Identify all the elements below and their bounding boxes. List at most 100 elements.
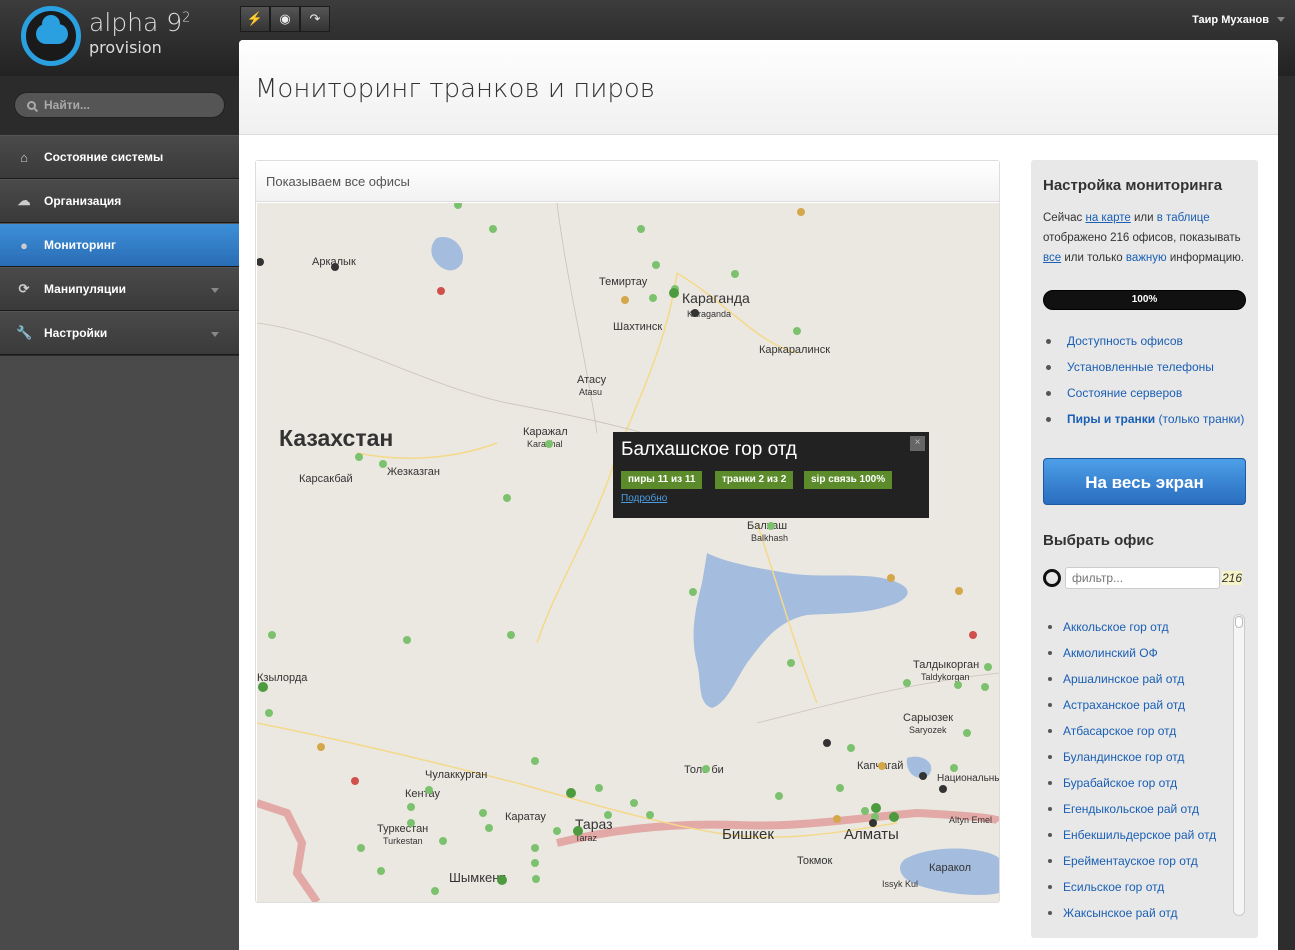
list-item[interactable]: Аршалинское рай отд: [1043, 666, 1223, 692]
settings-description: Сейчас на карте или в таблице отображено…: [1043, 212, 1245, 264]
nav-item-organization[interactable]: ☁ Организация: [0, 179, 239, 223]
eye-button[interactable]: ◉: [270, 6, 300, 32]
show-all-link[interactable]: все: [1043, 252, 1061, 264]
border-south: [556, 808, 999, 847]
fullscreen-button[interactable]: На весь экран: [1043, 458, 1246, 505]
redo-icon: ↷: [309, 11, 321, 26]
trunks-badge: транки 2 из 2: [715, 471, 794, 489]
place-label: Талдыкорган: [913, 659, 979, 671]
wrench-icon: 🔧: [16, 325, 33, 340]
map-canvas[interactable]: Казахстан Аркалык Темиртау Караганда Kar…: [257, 203, 999, 902]
nav-item-settings[interactable]: 🔧 Настройки: [0, 311, 239, 355]
place-label: Каракол: [929, 862, 971, 874]
search-box[interactable]: [14, 92, 225, 118]
chevron-down-icon: [211, 288, 219, 293]
country-label: Казахстан: [279, 425, 393, 451]
table-view-link[interactable]: в таблице: [1157, 212, 1210, 224]
place-label: Чулаккурган: [425, 769, 487, 781]
map-markers: [257, 203, 992, 895]
list-item[interactable]: Аккольское гор отд: [1043, 614, 1223, 640]
list-item[interactable]: Егендыкольское рай отд: [1043, 796, 1223, 822]
nav-item-label: Настройки: [44, 326, 108, 340]
place-label: Каратау: [505, 811, 546, 823]
nav-item-label: Манипуляции: [44, 282, 126, 296]
nav-item-label: Организация: [44, 194, 122, 208]
peers-badge: пиры 11 из 11: [621, 471, 703, 489]
place-label: Turkestan: [383, 836, 423, 846]
sidebar-background: [0, 356, 239, 950]
map-marker: [351, 287, 977, 785]
nav-item-manipulations[interactable]: ⟳ Манипуляции: [0, 267, 239, 311]
map-pin-icon: ●: [20, 237, 28, 253]
lightning-button[interactable]: ⚡: [240, 6, 270, 32]
chevron-down-icon: [211, 332, 219, 337]
scrollbar-thumb[interactable]: [1235, 616, 1243, 628]
place-label: Каркаралинск: [759, 344, 830, 356]
place-label: Шымкент: [449, 870, 505, 885]
lightning-icon: ⚡: [246, 11, 264, 26]
list-item[interactable]: Бурабайское гор отд: [1043, 770, 1223, 796]
map-view-link[interactable]: на карте: [1085, 212, 1130, 224]
redo-button[interactable]: ↷: [300, 6, 330, 32]
refresh-icon: ⟳: [18, 281, 30, 296]
place-label: Караганда: [682, 290, 750, 306]
nav-item-monitoring[interactable]: ● Мониторинг: [0, 223, 239, 267]
search-input[interactable]: [44, 98, 204, 112]
office-picker-heading: Выбрать офис: [1043, 532, 1154, 549]
list-item[interactable]: Буландинское гор отд: [1043, 744, 1223, 770]
chevron-down-icon[interactable]: [1277, 17, 1285, 22]
link-server-status[interactable]: Состояние серверов: [1043, 380, 1244, 406]
nav-item-label: Мониторинг: [44, 238, 116, 252]
close-icon[interactable]: ×: [910, 436, 925, 451]
link-peers-trunks[interactable]: Пиры и транки (только транки): [1043, 406, 1244, 432]
show-important-link[interactable]: важную: [1126, 252, 1167, 264]
place-labels: Казахстан Аркалык Темиртау Караганда Kar…: [257, 256, 999, 889]
map[interactable]: Казахстан Аркалык Темиртау Караганда Kar…: [257, 203, 999, 902]
place-label: Taldykorgan: [921, 672, 970, 682]
place-label: Кзылорда: [257, 672, 308, 684]
list-item[interactable]: Атбасарское гор отд: [1043, 718, 1223, 744]
place-label: Saryozek: [909, 725, 947, 735]
list-item[interactable]: Ерейментауское гор отд: [1043, 848, 1223, 874]
search-icon: [27, 100, 36, 110]
page-title: Мониторинг транков и пиров: [255, 74, 656, 104]
filter-input[interactable]: [1065, 567, 1220, 589]
toolbar: ⚡ ◉ ↷: [240, 6, 330, 32]
nav-item-label: Состояние системы: [44, 150, 164, 164]
place-label: Balkhash: [751, 533, 788, 543]
lake-kapchagay: [906, 756, 932, 778]
logo[interactable]: [21, 6, 81, 66]
map-marker: [257, 258, 947, 827]
place-label: Бишкек: [722, 826, 774, 843]
nav-item-system-status[interactable]: ⌂ Состояние системы: [0, 135, 239, 179]
list-item[interactable]: Енбекшильдерское рай отд: [1043, 822, 1223, 848]
region-border: [556, 203, 598, 434]
office-popup: Балхашское гор отд × пиры 11 из 11 транк…: [613, 432, 929, 518]
details-link[interactable]: Подробно: [621, 493, 667, 504]
place-label: Altyn Emel: [949, 815, 992, 825]
user-menu[interactable]: Таир Муханов: [1192, 14, 1269, 26]
settings-heading: Настройка мониторинга: [1043, 177, 1223, 194]
office-list-scrollbar[interactable]: [1233, 614, 1245, 916]
place-label: Каражал: [523, 426, 568, 438]
list-item[interactable]: Астраханское рай отд: [1043, 692, 1223, 718]
settings-panel: Настройка мониторинга Сейчас на карте ил…: [1031, 160, 1258, 938]
link-installed-phones[interactable]: Установленные телефоны: [1043, 354, 1244, 380]
monitoring-links: Доступность офисов Установленные телефон…: [1043, 328, 1244, 432]
place-label: Темиртау: [599, 276, 648, 288]
sidebar: ⌂ Состояние системы ☁ Организация ● Монитор…: [0, 76, 239, 950]
map-panel: Показываем все офисы Казахстан Аркалык Т…: [255, 160, 1000, 903]
place-label: Алматы: [844, 826, 899, 843]
link-office-availability[interactable]: Доступность офисов: [1043, 328, 1244, 354]
office-list: Аккольское гор отд Акмолинский ОФ Аршали…: [1043, 614, 1223, 926]
place-label: Karazhal: [527, 439, 563, 449]
lake-balkhash: [693, 553, 908, 708]
place-label: Issyk Kul: [882, 879, 918, 889]
list-item[interactable]: Жаксынское рай отд: [1043, 900, 1223, 926]
list-item[interactable]: Акмолинский ОФ: [1043, 640, 1223, 666]
place-label: Национальный парк Алтын-Эмель: [937, 773, 999, 784]
brand-name: alpha 92: [89, 8, 191, 37]
list-item[interactable]: Есильское гор отд: [1043, 874, 1223, 900]
place-label: Карсакбай: [299, 473, 353, 485]
cloud-icon: ☁: [17, 193, 31, 208]
